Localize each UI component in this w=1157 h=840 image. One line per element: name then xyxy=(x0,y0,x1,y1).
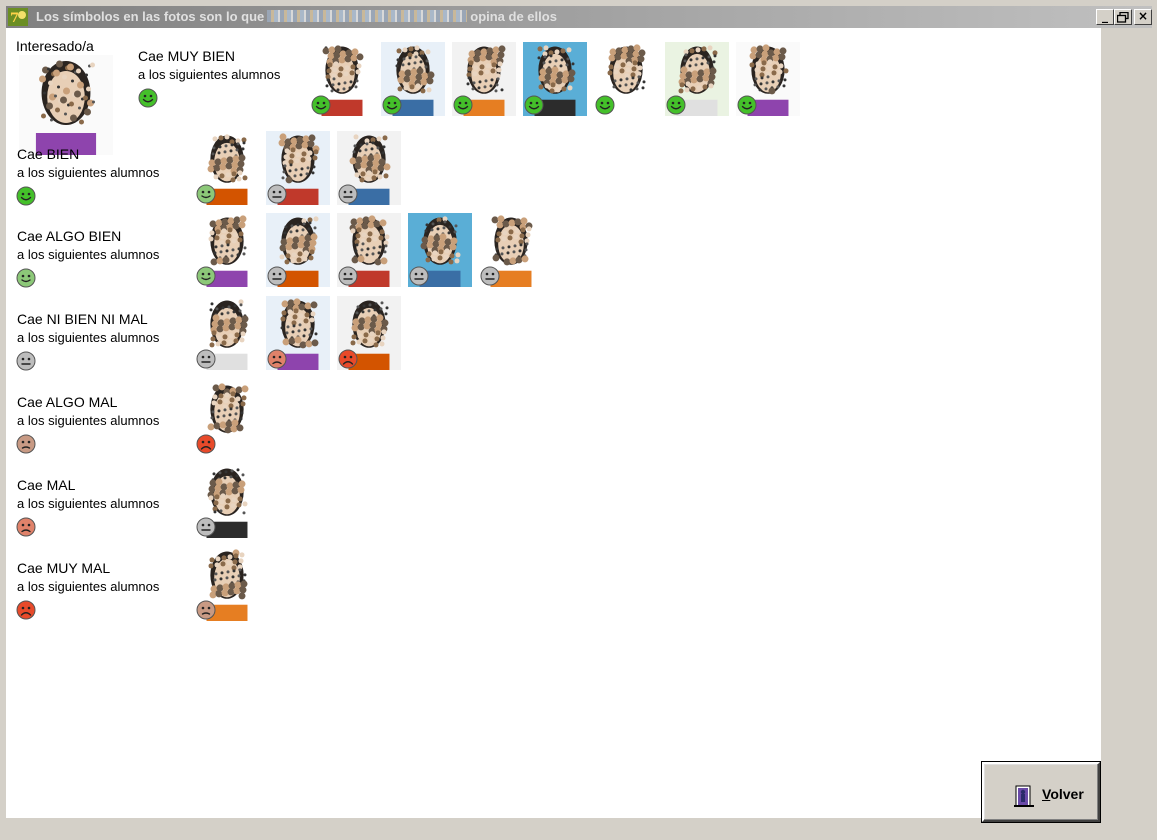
student-photo[interactable] xyxy=(523,42,587,116)
group-title: Cae MUY MAL xyxy=(17,560,111,576)
student-photo[interactable] xyxy=(479,213,543,287)
volver-label: Volver xyxy=(1042,786,1084,802)
volver-button[interactable]: Volver xyxy=(981,761,1101,823)
interesado-photo[interactable] xyxy=(19,55,113,155)
student-photo[interactable] xyxy=(195,464,259,538)
student-photo[interactable] xyxy=(195,213,259,287)
group-title: Cae MUY BIEN xyxy=(138,48,235,64)
smiley-very-good-icon xyxy=(524,95,544,115)
svg-text:7: 7 xyxy=(10,11,19,26)
smiley-very-good-icon xyxy=(737,95,757,115)
smiley-good-icon xyxy=(16,268,36,288)
group-title: Cae NI BIEN NI MAL xyxy=(17,311,148,327)
student-photo[interactable] xyxy=(195,381,259,455)
student-photo[interactable] xyxy=(736,42,800,116)
student-photo[interactable] xyxy=(452,42,516,116)
smiley-neutral-icon xyxy=(267,266,287,286)
restore-icon xyxy=(1116,11,1129,23)
interesado-label: Interesado/a xyxy=(16,38,94,54)
window-title-suffix: opina de ellos xyxy=(470,9,557,24)
smiley-good-icon xyxy=(196,266,216,286)
window-title: Los símbolos en las fotos son lo que opin… xyxy=(36,9,557,24)
smiley-neutral-icon xyxy=(196,517,216,537)
smiley-very-good-icon xyxy=(16,186,36,206)
group-subtitle: a los siguientes alumnos xyxy=(17,330,160,345)
group-subtitle: a los siguientes alumnos xyxy=(17,579,160,594)
title-bar[interactable]: 7 Los símbolos en las fotos son lo que op… xyxy=(6,6,1152,28)
window-title-prefix: Los símbolos en las fotos son lo que xyxy=(36,9,265,24)
smiley-very-good-icon xyxy=(666,95,686,115)
smiley-very-bad-icon xyxy=(196,434,216,454)
app-logo-icon: 7 xyxy=(8,8,28,26)
group-title: Cae ALGO MAL xyxy=(17,394,118,410)
restore-button[interactable] xyxy=(1114,9,1132,25)
smiley-very-good-icon xyxy=(595,95,615,115)
student-photo[interactable] xyxy=(337,213,401,287)
smiley-very-good-icon xyxy=(453,95,473,115)
smiley-bad-icon xyxy=(267,349,287,369)
smiley-good-icon xyxy=(196,184,216,204)
student-photo[interactable] xyxy=(337,131,401,205)
student-photo[interactable] xyxy=(195,547,259,621)
smiley-very-good-icon xyxy=(311,95,331,115)
smiley-very-bad-icon xyxy=(338,349,358,369)
student-photo[interactable] xyxy=(310,42,374,116)
group-subtitle: a los siguientes alumnos xyxy=(17,496,160,511)
close-button[interactable]: × xyxy=(1134,9,1152,25)
smiley-bad-icon xyxy=(16,517,36,537)
student-photo[interactable] xyxy=(266,213,330,287)
smiley-very-good-icon xyxy=(138,88,158,108)
student-photo[interactable] xyxy=(665,42,729,116)
door-exit-icon xyxy=(1014,785,1034,807)
student-photo[interactable] xyxy=(337,296,401,370)
smiley-neutral-icon xyxy=(409,266,429,286)
smiley-neutral-icon xyxy=(338,184,358,204)
student-photo[interactable] xyxy=(594,42,658,116)
smiley-neutral-icon xyxy=(267,184,287,204)
smiley-neutral-icon xyxy=(480,266,500,286)
right-margin-panel xyxy=(1101,28,1152,818)
group-subtitle: a los siguientes alumnos xyxy=(138,67,281,82)
app-window: 7 Los símbolos en las fotos son lo que op… xyxy=(0,0,1157,840)
smiley-very-good-icon xyxy=(382,95,402,115)
student-photo[interactable] xyxy=(195,296,259,370)
group-title: Cae MAL xyxy=(17,477,76,493)
smiley-neutral-icon xyxy=(196,349,216,369)
group-subtitle: a los siguientes alumnos xyxy=(17,165,160,180)
smiley-neutral-icon xyxy=(16,351,36,371)
group-title: Cae ALGO BIEN xyxy=(17,228,122,244)
smiley-very-bad-icon xyxy=(16,600,36,620)
redacted-name xyxy=(267,10,468,22)
smiley-slightly-bad-icon xyxy=(196,600,216,620)
group-title: Cae BIEN xyxy=(17,146,80,162)
smiley-neutral-icon xyxy=(338,266,358,286)
student-photo[interactable] xyxy=(408,213,472,287)
student-photo[interactable] xyxy=(195,131,259,205)
smiley-slightly-bad-icon xyxy=(16,434,36,454)
student-photo[interactable] xyxy=(381,42,445,116)
minimize-button[interactable]: _ xyxy=(1096,9,1114,25)
student-photo[interactable] xyxy=(266,296,330,370)
group-subtitle: a los siguientes alumnos xyxy=(17,413,160,428)
main-panel: Interesado/a Cae MUY BIEN a los siguiente… xyxy=(6,28,1101,818)
group-subtitle: a los siguientes alumnos xyxy=(17,247,160,262)
student-photo[interactable] xyxy=(266,131,330,205)
